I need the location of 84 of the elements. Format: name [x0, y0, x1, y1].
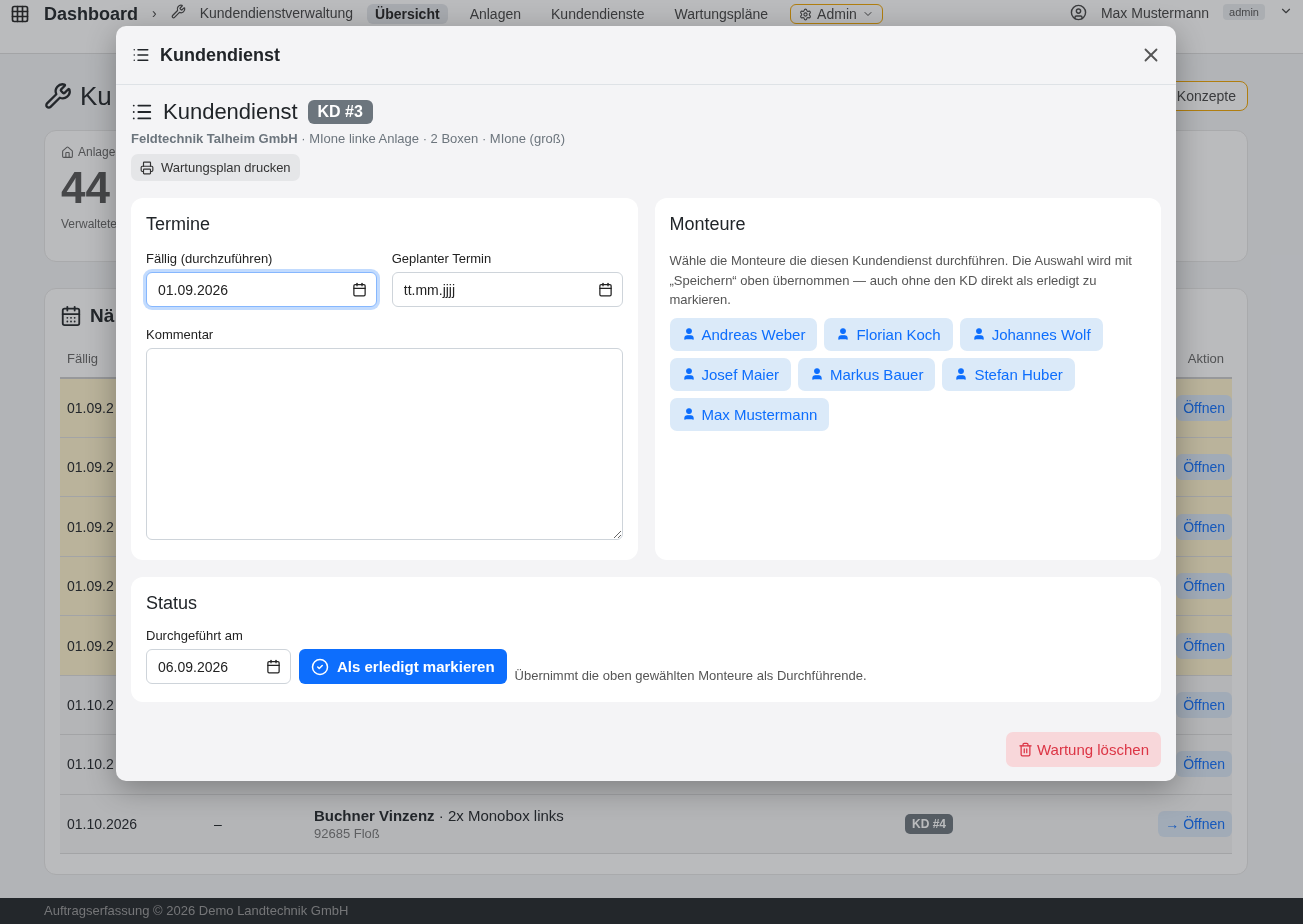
kd-badge: KD #4	[905, 813, 953, 834]
trash-icon	[1018, 742, 1033, 757]
record-title: Kundendienst	[163, 99, 298, 125]
printer-icon	[140, 160, 154, 175]
modal-title: Kundendienst	[160, 44, 280, 66]
role-badge: admin	[1223, 4, 1265, 20]
field-label: Geplanter Termin	[391, 251, 493, 266]
list-icon	[132, 46, 150, 64]
technician-chip[interactable]: Markus Bauer	[798, 357, 936, 391]
technician-chip[interactable]: Max Mustermann	[669, 397, 830, 431]
comment-field[interactable]	[146, 348, 623, 540]
card-title: Termine	[146, 214, 212, 235]
check-circle-icon	[311, 657, 329, 676]
open-button[interactable]: Öffnen	[1176, 573, 1232, 600]
breadcrumb[interactable]: Kundendienstverwaltung	[199, 4, 354, 22]
technician-chip[interactable]: Florian Koch	[824, 317, 953, 351]
calendar-icon[interactable]	[351, 282, 367, 297]
column-header: Aktion	[1187, 351, 1225, 367]
date-field[interactable]: 01.09.2026	[146, 272, 377, 307]
card-title: Status	[146, 593, 199, 614]
technician-chip[interactable]: Johannes Wolf	[959, 317, 1103, 351]
apps-icon[interactable]	[10, 4, 30, 24]
open-button[interactable]: Öffnen	[1176, 632, 1232, 659]
column-header: Fällig	[66, 351, 100, 367]
kd-badge: KD #3	[307, 100, 373, 124]
person-icon	[681, 327, 696, 341]
nav-item[interactable]: Wartungspläne	[666, 4, 777, 24]
field-label: Kommentar	[146, 327, 215, 342]
user-icon	[1069, 4, 1087, 21]
wrench-icon	[44, 82, 72, 110]
calendar-icon[interactable]	[266, 659, 281, 674]
open-button[interactable]: Öffnen	[1176, 691, 1232, 718]
date-cell-text: 01.09.2	[66, 459, 115, 476]
gear-icon	[799, 7, 813, 21]
technician-chip[interactable]: Andreas Weber	[669, 317, 818, 351]
person-icon	[681, 367, 696, 381]
record-subtitle: Feldtechnik Talheim GmbH · MIone linke Anlage · 2 Boxen · MIone (groß)	[131, 131, 566, 146]
person-icon	[836, 327, 851, 341]
open-button[interactable]: → Öffnen	[1158, 810, 1232, 837]
customer-text: Buchner Vinzenz · 2x Monobox links	[314, 806, 565, 824]
planned-cell-text: –	[213, 815, 223, 832]
nav-item[interactable]: Anlagen	[461, 4, 529, 24]
admin-menu[interactable]: Admin	[790, 4, 883, 24]
technicians-hint: Wähle die Monteure die diesen Kundendienst durchführen. Die Auswahl wird mit „Speichern“ oben übernommen — auch ohne den KD direkt als erledigt zu markieren.	[669, 252, 1133, 309]
card-title: Monteure	[669, 214, 747, 235]
brand[interactable]: Dashboard	[44, 4, 139, 24]
open-button[interactable]: Öffnen	[1176, 394, 1232, 421]
footer: Auftragserfassung © 2026 Demo Landtechnik GmbH	[0, 898, 1303, 924]
nav-item[interactable]: Kundendienste	[543, 4, 653, 24]
stat-caption: Verwaltete	[61, 217, 118, 231]
person-icon	[810, 367, 825, 381]
date-cell-text: 01.09.2	[66, 578, 115, 595]
person-icon	[681, 407, 696, 421]
page-title: Ku	[44, 80, 112, 112]
person-icon	[954, 367, 969, 381]
separator: ›	[152, 4, 157, 22]
date-cell-text: 01.10.2	[66, 756, 115, 773]
open-button[interactable]: Öffnen	[1176, 513, 1232, 540]
date-cell-text: 01.09.2	[66, 518, 115, 535]
date-cell-text: 01.09.2	[66, 399, 115, 416]
date-cell-text: 01.10.2026	[66, 815, 139, 832]
date-field[interactable]: tt.mm.jjjj	[391, 272, 623, 307]
stat-label: Anlage	[61, 145, 116, 159]
delete-button[interactable]: Wartung löschen	[1006, 732, 1161, 767]
house-icon	[61, 145, 74, 159]
print-button[interactable]: Wartungsplan drucken	[131, 154, 300, 181]
open-button[interactable]: Öffnen	[1176, 751, 1232, 778]
nav-item[interactable]: Übersicht	[367, 4, 448, 24]
field-label: Durchgeführt am	[146, 628, 244, 643]
calendar-icon[interactable]	[597, 282, 613, 297]
calendar-icon	[60, 305, 82, 327]
date-field[interactable]: 06.09.2026	[146, 649, 291, 684]
person-icon	[971, 327, 986, 341]
date-cell-text: 01.10.2	[66, 696, 115, 713]
field-label: Fällig (durchzuführen)	[146, 251, 274, 266]
technician-chip[interactable]: Stefan Huber	[942, 357, 1075, 391]
technician-chip[interactable]: Josef Maier	[669, 357, 792, 391]
status-note: Übernimmt die oben gewählten Monteure als Durchführende.	[514, 668, 867, 683]
place-text: 92685 Floß	[314, 825, 381, 841]
open-button[interactable]: Öffnen	[1176, 454, 1232, 481]
stat-value: 44	[61, 163, 110, 213]
complete-button[interactable]: Als erledigt markieren	[299, 649, 507, 684]
user-name[interactable]: Max Mustermann	[1100, 4, 1210, 22]
wrench-icon	[170, 4, 186, 19]
